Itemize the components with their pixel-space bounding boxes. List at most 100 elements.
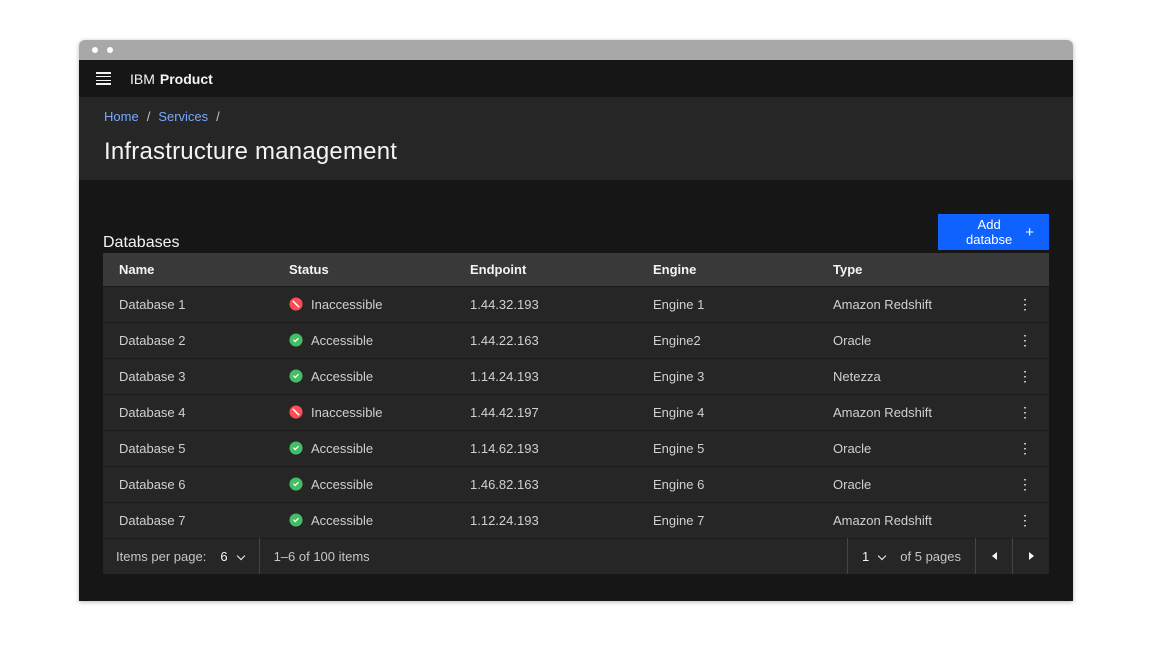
status-label: Accessible — [311, 369, 373, 384]
cell-endpoint: 1.44.22.163 — [454, 333, 637, 348]
table-row[interactable]: Database 6 Accessible 1.46.82.163Engine 6O… — [103, 466, 1049, 502]
cell-engine: Engine 4 — [637, 405, 817, 420]
status-accessible-icon — [289, 513, 303, 527]
table-row[interactable]: Database 1Inaccessible1.44.32.193Engine … — [103, 286, 1049, 322]
cell-endpoint: 1.12.24.193 — [454, 513, 637, 528]
cell-name: Database 6 — [103, 477, 273, 492]
brand-prefix: IBM — [130, 71, 155, 87]
status-label: Accessible — [311, 477, 373, 492]
status-label: Inaccessible — [311, 405, 383, 420]
row-overflow-menu-button[interactable]: ⋮ — [1013, 436, 1037, 460]
row-overflow-menu-button[interactable]: ⋮ — [1013, 472, 1037, 496]
cell-type: Amazon Redshift — [817, 513, 1001, 528]
cell-endpoint: 1.46.82.163 — [454, 477, 637, 492]
add-icon: + — [1025, 224, 1034, 241]
databases-table: NameStatusEndpointEngineType Database 1I… — [103, 253, 1049, 574]
chevron-down-icon — [237, 552, 245, 560]
pagination-right: 1 of 5 pages — [847, 538, 1049, 574]
table-row[interactable]: Database 3 Accessible 1.14.24.193Engine 3N… — [103, 358, 1049, 394]
cell-endpoint: 1.14.24.193 — [454, 369, 637, 384]
cell-status: Accessible — [273, 333, 454, 348]
cell-endpoint: 1.44.32.193 — [454, 297, 637, 312]
item-range-text: 1–6 of 100 items — [260, 549, 370, 564]
page-title: Infrastructure management — [104, 138, 1073, 166]
window-control-dot[interactable] — [92, 47, 98, 53]
column-header-status: Status — [273, 262, 454, 277]
column-header-type: Type — [817, 262, 1001, 277]
row-overflow-menu-button[interactable]: ⋮ — [1013, 508, 1037, 532]
cell-actions: ⋮ — [1001, 508, 1049, 532]
column-header-name: Name — [103, 262, 273, 277]
cell-name: Database 3 — [103, 369, 273, 384]
app-window: IBM Product Home / Services / Infrastructure… — [79, 40, 1073, 601]
cell-type: Oracle — [817, 441, 1001, 456]
cell-actions: ⋮ — [1001, 436, 1049, 460]
table-row[interactable]: Database 4 Inaccessible 1.44.42.197Engine … — [103, 394, 1049, 430]
status-label: Accessible — [311, 441, 373, 456]
cell-name: Database 1 — [103, 297, 273, 312]
cell-status: Accessible — [273, 441, 454, 456]
cell-name: Database 2 — [103, 333, 273, 348]
row-overflow-menu-button[interactable]: ⋮ — [1013, 328, 1037, 352]
breadcrumb-separator: / — [147, 109, 151, 124]
app-header: IBM Product — [79, 60, 1073, 97]
status-accessible-icon — [289, 333, 303, 347]
breadcrumb-link-home[interactable]: Home — [104, 109, 139, 124]
cell-engine: Engine 6 — [637, 477, 817, 492]
table-row[interactable]: Database 2 Accessible 1.44.22.163Engine2Or… — [103, 322, 1049, 358]
caret-left-icon — [992, 552, 997, 560]
column-header-endpoint: Endpoint — [454, 262, 637, 277]
page-number-select[interactable]: 1 — [848, 538, 900, 574]
pagination-bar: Items per page: 6 1–6 of 100 items 1 of … — [103, 538, 1049, 574]
breadcrumb-separator: / — [216, 109, 220, 124]
row-overflow-menu-button[interactable]: ⋮ — [1013, 364, 1037, 388]
page-header: Home / Services / Infrastructure management — [79, 97, 1073, 180]
cell-name: Database 4 — [103, 405, 273, 420]
previous-page-button[interactable] — [976, 538, 1012, 574]
section-title: Databases — [103, 234, 180, 252]
add-database-button[interactable]: Add databse + — [938, 214, 1049, 250]
status-accessible-icon — [289, 477, 303, 491]
cell-type: Oracle — [817, 333, 1001, 348]
breadcrumb: Home / Services / — [104, 109, 1073, 124]
cell-type: Amazon Redshift — [817, 297, 1001, 312]
caret-right-icon — [1029, 552, 1034, 560]
cell-actions: ⋮ — [1001, 328, 1049, 352]
page-number-value: 1 — [862, 549, 869, 564]
cell-engine: Engine 7 — [637, 513, 817, 528]
cell-actions: ⋮ — [1001, 400, 1049, 424]
window-titlebar — [79, 40, 1073, 60]
status-inaccessible-icon — [289, 297, 303, 311]
pagination-left: Items per page: 6 1–6 of 100 items — [103, 538, 370, 574]
chevron-down-icon — [878, 552, 886, 560]
cell-actions: ⋮ — [1001, 292, 1049, 316]
table-row[interactable]: Database 5Accessible1.14.62.193Engine 5O… — [103, 430, 1049, 466]
status-accessible-icon — [289, 441, 303, 455]
cell-engine: Engine 1 — [637, 297, 817, 312]
next-page-button[interactable] — [1013, 538, 1049, 574]
menu-button[interactable] — [90, 66, 116, 92]
cell-endpoint: 1.44.42.197 — [454, 405, 637, 420]
cell-status: Accessible — [273, 513, 454, 528]
status-label: Accessible — [311, 333, 373, 348]
cell-name: Database 5 — [103, 441, 273, 456]
page-count-text: of 5 pages — [900, 549, 975, 564]
add-database-label: Add databse — [953, 217, 1025, 247]
cell-engine: Engine 3 — [637, 369, 817, 384]
breadcrumb-link-services[interactable]: Services — [158, 109, 208, 124]
table-toolbar: Databases Add databse + — [103, 180, 1049, 250]
table-header-row: NameStatusEndpointEngineType — [103, 253, 1049, 286]
items-per-page-select[interactable]: 6 — [206, 538, 258, 574]
row-overflow-menu-button[interactable]: ⋮ — [1013, 292, 1037, 316]
table-row[interactable]: Database 7Accessible1.12.24.193Engine 7A… — [103, 502, 1049, 538]
row-overflow-menu-button[interactable]: ⋮ — [1013, 400, 1037, 424]
status-accessible-icon — [289, 369, 303, 383]
brand-name: Product — [160, 71, 213, 87]
cell-actions: ⋮ — [1001, 364, 1049, 388]
items-per-page-value: 6 — [220, 549, 227, 564]
cell-engine: Engine2 — [637, 333, 817, 348]
cell-type: Netezza — [817, 369, 1001, 384]
window-control-dot[interactable] — [107, 47, 113, 53]
cell-name: Database 7 — [103, 513, 273, 528]
cell-type: Oracle — [817, 477, 1001, 492]
